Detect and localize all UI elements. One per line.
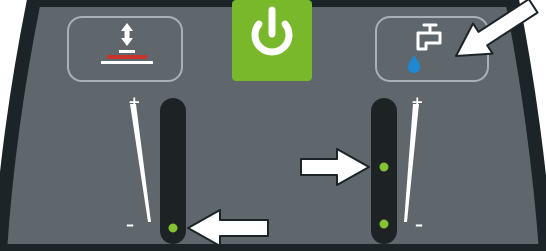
water-flow-led-middle [379, 162, 389, 172]
control-panel-graphic [0, 0, 546, 251]
power-button[interactable] [232, 0, 312, 81]
brush-pressure-led-bottom [168, 223, 178, 233]
water-flow-led-bottom [379, 219, 389, 229]
control-panel: + – + – [0, 0, 546, 251]
water-flow-max-label: + [411, 93, 424, 111]
water-flow-min-label: – [415, 215, 423, 234]
brush-pressure-min-label: – [126, 215, 134, 234]
brush-pressure-led-slot [160, 98, 186, 244]
brush-pressure-button[interactable] [67, 16, 183, 82]
brush-pressure-max-label: + [128, 93, 141, 111]
water-flow-led-slot [371, 98, 397, 244]
